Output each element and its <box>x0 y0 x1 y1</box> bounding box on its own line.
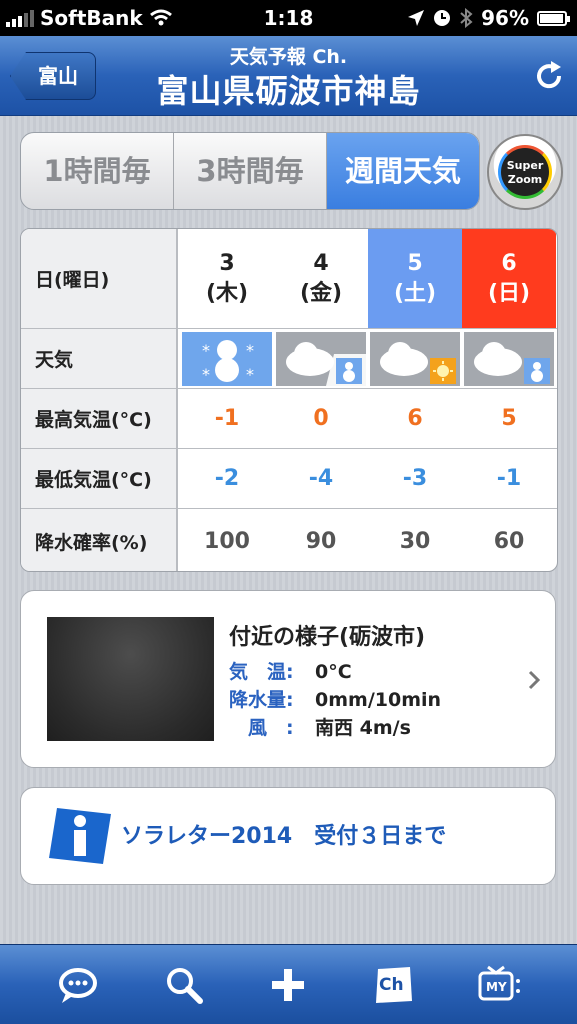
low-temp: -4 <box>308 466 334 491</box>
chat-icon[interactable] <box>56 963 100 1007</box>
channel-icon[interactable]: Ch <box>372 963 416 1007</box>
table-row-weather: 天気 * * * * <box>21 329 557 389</box>
row-header-high: 最高気温(°C) <box>21 389 178 448</box>
low-temp: -2 <box>214 466 240 491</box>
day-cell-1: 4 (金) <box>299 250 343 306</box>
live-camera-thumbnail <box>47 617 214 741</box>
precip-prob: 30 <box>399 528 431 554</box>
bluetooth-icon <box>460 8 473 28</box>
high-temp: 0 <box>313 406 329 431</box>
channel-icon-label: Ch <box>379 975 404 995</box>
high-temp: -1 <box>214 406 240 431</box>
forecast-mode-segmented-control: 1時間毎 3時間毎 週間天気 <box>20 132 480 210</box>
tab-hourly[interactable]: 1時間毎 <box>21 133 174 209</box>
cloudy-then-sunny-icon <box>370 332 460 386</box>
bottom-tab-bar: Ch MY <box>0 944 577 1024</box>
temperature-row: 気 温: 0°C <box>229 661 352 683</box>
row-header-day: 日(曜日) <box>21 229 178 328</box>
battery-icon <box>537 10 570 26</box>
row-header-low: 最低気温(°C) <box>21 449 178 508</box>
tab-three-hourly[interactable]: 3時間毎 <box>174 133 327 209</box>
snow-icon: * * * * <box>182 332 272 386</box>
precipitation-row: 降水量: 0mm/10min <box>229 689 442 711</box>
navigation-bar: 富山 天気予報 Ch. 富山県砺波市神島 <box>0 36 577 116</box>
low-temp: -1 <box>496 466 522 491</box>
wind-row: 風 : 南西 4m/s <box>229 717 411 739</box>
my-tv-label: MY <box>486 980 507 994</box>
status-bar: SoftBank 1:18 96% <box>0 0 577 36</box>
precip-prob: 90 <box>305 528 337 554</box>
day-cell-3: 6 (日) <box>462 229 556 328</box>
svg-text:*: * <box>202 365 210 384</box>
chevron-right-icon <box>528 670 541 690</box>
table-row-low: 最低気温(°C) -2 -4 -3 -1 <box>21 449 557 509</box>
day-cell-2: 5 (土) <box>368 229 462 328</box>
table-row-day: 日(曜日) 3 (木) 4 (金) 5 (土) 6 (日) <box>21 229 557 329</box>
channel-subtitle: 天気予報 Ch. <box>229 46 348 68</box>
page-title: 富山県砺波市神島 <box>156 72 421 110</box>
super-zoom-label: Super Zoom <box>498 145 552 199</box>
refresh-icon[interactable] <box>533 60 565 92</box>
high-temp: 6 <box>407 406 423 431</box>
cloudy-then-snow-icon <box>276 332 366 386</box>
precip-prob: 60 <box>493 528 525 554</box>
svg-text:*: * <box>246 365 254 384</box>
low-temp: -3 <box>402 466 428 491</box>
day-cell-0: 3 (木) <box>205 250 249 306</box>
nearby-title: 付近の様子(砺波市) <box>229 625 426 650</box>
campaign-banner[interactable]: ソラレター2014 受付３日まで <box>20 787 556 885</box>
clock-icon <box>434 10 451 26</box>
row-header-weather: 天気 <box>21 329 178 388</box>
tab-weekly[interactable]: 週間天気 <box>327 133 479 209</box>
weekly-forecast-table: 日(曜日) 3(木) 4(金) 5(土) 6(日) 天気 * * * * <box>20 228 558 572</box>
info-icon <box>49 808 111 864</box>
search-icon[interactable] <box>162 963 206 1007</box>
my-tv-icon[interactable]: MY <box>476 963 524 1007</box>
table-row-high: 最高気温(°C) -1 0 6 5 <box>21 389 557 449</box>
location-arrow-icon <box>408 10 425 26</box>
precip-prob: 100 <box>204 528 250 554</box>
super-zoom-button[interactable]: Super Zoom <box>487 134 563 210</box>
campaign-text: ソラレター2014 受付３日まで <box>121 824 447 849</box>
status-right: 96% <box>407 6 570 30</box>
high-temp: 5 <box>501 406 517 431</box>
cloudy-then-snow-icon <box>464 332 554 386</box>
table-row-pop: 降水確率(%) 100 90 30 60 <box>21 509 557 571</box>
add-icon[interactable] <box>266 963 310 1007</box>
svg-text:*: * <box>202 341 210 360</box>
row-header-pop: 降水確率(%) <box>21 509 178 571</box>
svg-text:*: * <box>246 341 254 360</box>
battery-percent: 96% <box>481 6 529 30</box>
nearby-conditions-card[interactable]: 付近の様子(砺波市) 気 温: 0°C 降水量: 0mm/10min 風 : 南西 4… <box>20 590 556 768</box>
